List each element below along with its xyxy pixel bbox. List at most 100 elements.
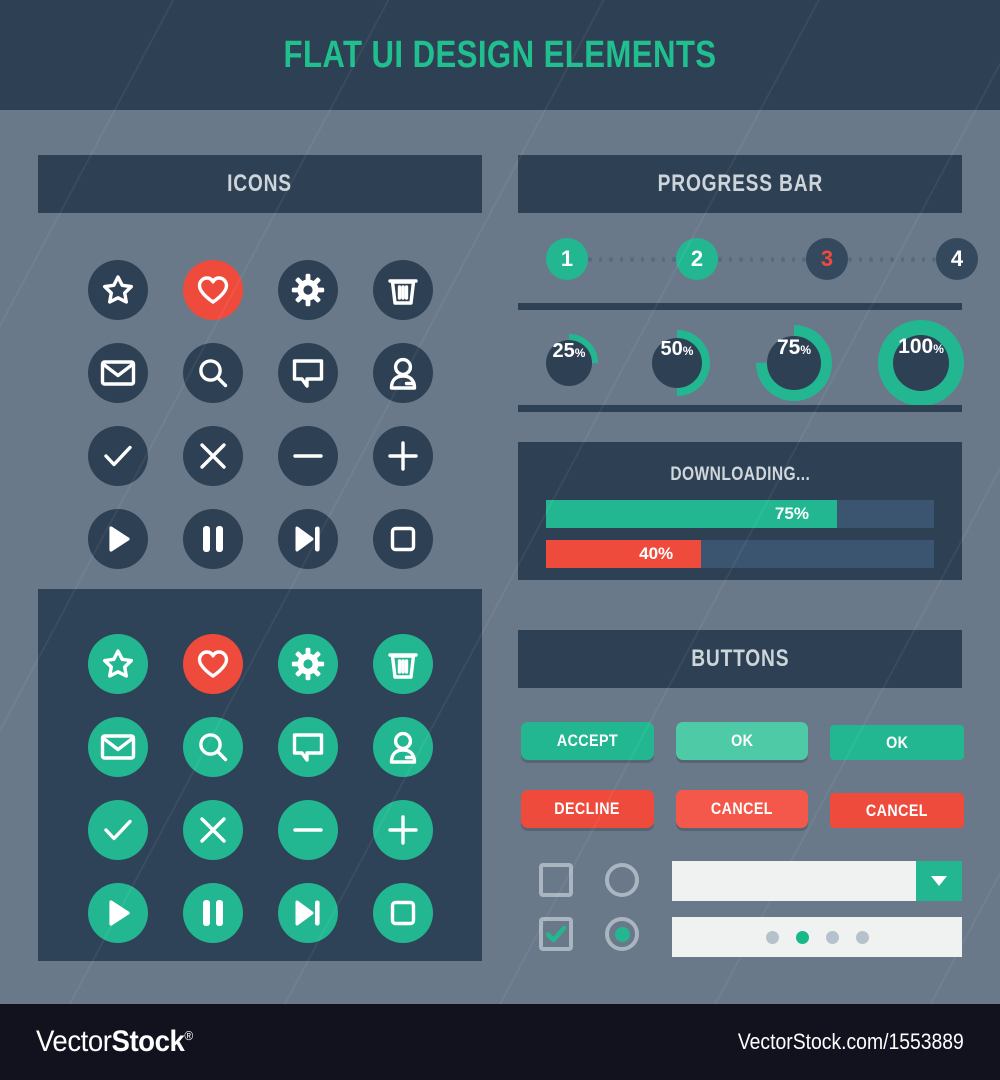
download-panel: DOWNLOADING... 75% 40% [518,442,962,580]
checkbox-checked[interactable] [539,917,573,951]
button-label: ACCEPT [556,731,619,750]
icon-button-plus[interactable] [372,799,433,860]
icon-cell [165,705,260,788]
icon-cell [70,622,165,705]
percent-symbol: % [800,343,812,357]
step-indicator-1[interactable]: 1 [546,238,588,280]
icon-cell [260,788,355,871]
connector-dot [858,256,863,262]
icon-button-star[interactable] [87,633,148,694]
section-title-progress-label: PROGRESS BAR [657,170,823,197]
pagination-dot[interactable] [855,930,869,944]
icon-button-envelope[interactable] [87,342,148,403]
icon-button-stop[interactable] [372,508,433,569]
icon-button-check[interactable] [87,799,148,860]
icon-cell [260,248,355,331]
icon-cell [165,414,260,497]
icon-cell [70,788,165,871]
connector-dot [598,256,603,262]
chevron-down-icon[interactable] [916,861,962,901]
divider-top [518,303,962,310]
icon-button-comment[interactable] [277,342,338,403]
progress-label: 50% [652,338,702,388]
button-cancel-5[interactable]: CANCEL [676,790,808,828]
icon-button-stop[interactable] [372,882,433,943]
vectorstock-logo: VectorStock® [36,1025,193,1059]
icon-button-play[interactable] [87,508,148,569]
next-icon [295,900,320,925]
step-indicator-2[interactable]: 2 [676,238,718,280]
connector-dot [587,256,592,262]
progress-value: 100 [898,335,934,358]
icon-button-next[interactable] [277,508,338,569]
section-title-progress: PROGRESS BAR [518,155,962,213]
trash-icon [387,652,418,679]
circular-progress-25: 25% [540,334,598,392]
icon-button-envelope[interactable] [87,716,148,777]
step-connector [717,238,807,280]
button-ok-3[interactable]: OK [830,725,964,760]
button-decline-4[interactable]: DECLINE [521,790,654,828]
icon-cell [165,788,260,871]
radio-selected[interactable] [605,917,639,951]
pagination-dots[interactable] [672,917,962,957]
minus-icon [292,827,323,832]
icon-cell [165,497,260,580]
icon-button-check[interactable] [87,425,148,486]
icon-button-gear[interactable] [277,633,338,694]
icon-button-play[interactable] [87,882,148,943]
dropdown-select[interactable] [672,861,962,901]
icon-button-trash[interactable] [372,259,433,320]
check-icon [103,445,132,466]
button-cancel-6[interactable]: CANCEL [830,793,964,828]
icon-button-user[interactable] [372,716,433,777]
icon-cell [70,871,165,954]
pagination-dot-active[interactable] [795,930,809,944]
comment-icon [292,732,323,762]
icon-button-trash[interactable] [372,633,433,694]
icon-button-heart[interactable] [182,259,243,320]
radio-unselected[interactable] [605,863,639,897]
connector-dot [791,256,796,262]
icon-button-search[interactable] [182,342,243,403]
pagination-dot[interactable] [765,930,779,944]
icon-button-pause[interactable] [182,508,243,569]
icon-cell [355,248,450,331]
dropdown-value[interactable] [672,861,916,901]
icon-button-pause[interactable] [182,882,243,943]
pagination-dot[interactable] [825,930,839,944]
minus-icon [292,453,323,458]
icon-cell [165,622,260,705]
icon-button-next[interactable] [277,882,338,943]
connector-dot [619,256,624,262]
step-indicator-4[interactable]: 4 [936,238,978,280]
percent-symbol: % [574,346,586,360]
search-icon [198,732,227,761]
icon-button-close[interactable] [182,799,243,860]
icon-button-gear[interactable] [277,259,338,320]
icon-button-plus[interactable] [372,425,433,486]
step-connector [847,238,937,280]
heart-icon [197,275,228,304]
step-indicator-3[interactable]: 3 [806,238,848,280]
icon-button-heart[interactable] [182,633,243,694]
icon-button-minus[interactable] [277,425,338,486]
icon-button-comment[interactable] [277,716,338,777]
icon-button-user[interactable] [372,342,433,403]
page-footer: VectorStock® VectorStock.com/1553889 [0,1004,1000,1080]
icon-cell [355,622,450,705]
logo-prefix: Vector [36,1025,112,1058]
icon-button-close[interactable] [182,425,243,486]
button-ok-2[interactable]: OK [676,722,808,760]
button-accept-1[interactable]: ACCEPT [521,722,654,760]
icon-button-star[interactable] [87,259,148,320]
play-icon [108,525,130,552]
icon-button-search[interactable] [182,716,243,777]
progress-bar-label: 75% [774,504,809,523]
icon-cell [165,331,260,414]
button-label: OK [730,731,754,750]
page-title: FLAT UI DESIGN ELEMENTS [283,33,717,76]
icon-button-minus[interactable] [277,799,338,860]
icon-cell [260,622,355,705]
checkbox-unchecked[interactable] [539,863,573,897]
